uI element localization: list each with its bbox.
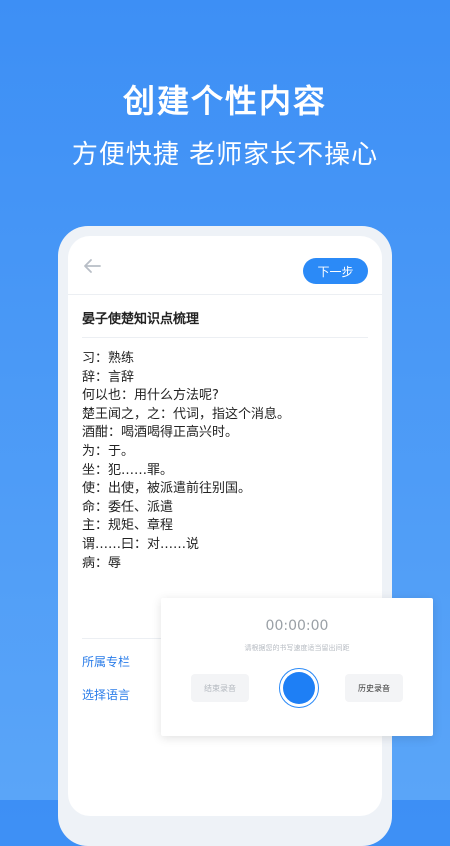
next-step-button[interactable]: 下一步 [303, 258, 368, 284]
body-line: 酒酣：喝酒喝得正高兴时。 [82, 425, 239, 441]
record-hint: 请根据您的书写速度适当留出间距 [244, 644, 350, 652]
body-line: 何以也：用什么方法呢? [82, 388, 219, 404]
document-body[interactable]: 习：熟练 辞：言辞 何以也：用什么方法呢? 楚王闻之，之：代词，指这个消息。 酒… [82, 350, 372, 573]
body-line: 楚王闻之，之：代词，指这个消息。 [82, 406, 291, 422]
body-line: 为：于。 [82, 443, 135, 459]
language-select-link[interactable]: 选择语言 [82, 686, 130, 703]
stop-recording-button[interactable]: 结束录音 [191, 674, 249, 702]
document-title[interactable]: 晏子使楚知识点梳理 [82, 308, 199, 327]
body-line: 辞：言辞 [82, 369, 135, 385]
promo-subline: 方便快捷 老师家长不操心 [71, 140, 379, 170]
arrow-left-icon[interactable] [82, 258, 102, 274]
editor-topbar: 下一步 [68, 236, 382, 295]
history-recordings-button[interactable]: 历史录音 [345, 674, 403, 702]
record-button[interactable] [279, 668, 319, 708]
recorder-panel: 00:00:00 请根据您的书写速度适当留出间距 结束录音 历史录音 [161, 598, 433, 736]
title-divider [82, 337, 368, 338]
body-line: 坐：犯……罪。 [82, 462, 174, 478]
record-timer: 00:00:00 [265, 618, 329, 634]
record-icon [283, 672, 315, 704]
body-line: 谓……曰：对……说 [82, 536, 200, 552]
body-line: 病：辱 [82, 555, 122, 571]
body-line: 习：熟练 [82, 351, 135, 366]
body-line: 命：委任、派遣 [82, 499, 174, 515]
body-line: 主：规矩、章程 [82, 518, 174, 534]
promo-headline: 创建个性内容 [122, 82, 327, 120]
body-line: 使：出使，被派遣前往别国。 [82, 481, 252, 497]
column-select-link[interactable]: 所属专栏 [82, 653, 130, 670]
